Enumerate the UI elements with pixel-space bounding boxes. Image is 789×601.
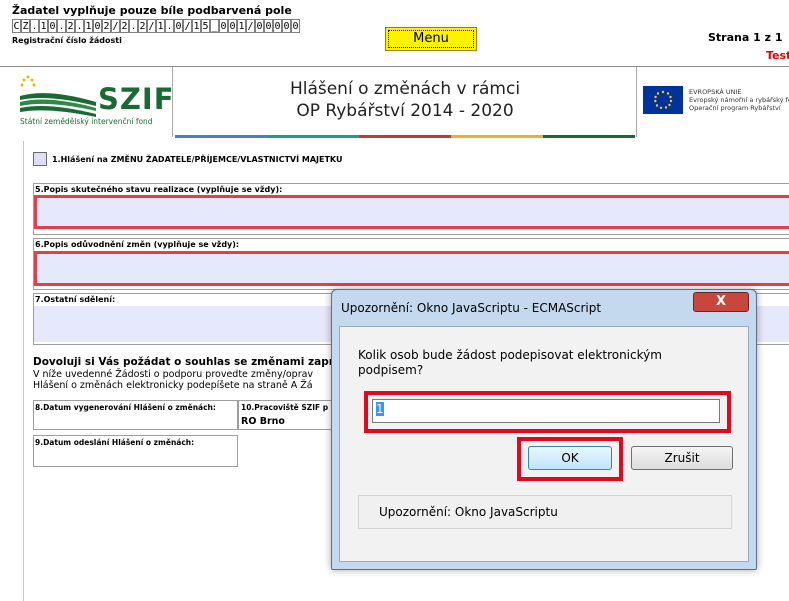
page-title-line1: Hlášení o změnách v rámci bbox=[289, 79, 521, 99]
registration-label: Registrační číslo žádosti bbox=[12, 36, 122, 45]
ok-button[interactable]: OK bbox=[528, 446, 612, 470]
color-stripe bbox=[175, 135, 635, 138]
dialog-prompt: Kolik osob bude žádost podepisovat elekt… bbox=[358, 348, 662, 377]
dialog-footer-label: Upozornění: Okno JavaScriptu bbox=[379, 505, 558, 519]
eu-text-line3: Operační program Rybářství bbox=[689, 104, 781, 112]
reg-char: 1 bbox=[192, 19, 201, 33]
reg-char: 0 bbox=[255, 19, 264, 33]
eu-text-line1: EVROPSKÁ UNIE bbox=[689, 88, 742, 96]
consent-line1: V níže uvedenné Žádosti o podporu proved… bbox=[33, 369, 314, 380]
field7-label: 7.Ostatní sdělení: bbox=[35, 295, 116, 304]
reg-char: 5 bbox=[201, 19, 210, 33]
close-button[interactable]: X bbox=[693, 292, 749, 312]
reg-char: 0 bbox=[93, 19, 102, 33]
reg-char: 0 bbox=[264, 19, 273, 33]
reg-char: 2 bbox=[66, 19, 75, 33]
reg-char: . bbox=[129, 19, 138, 33]
cancel-button[interactable]: Zrušit bbox=[631, 446, 733, 470]
reg-char: 0 bbox=[174, 19, 183, 33]
field5-input[interactable] bbox=[34, 195, 789, 229]
reg-char: / bbox=[246, 19, 255, 33]
szif-fields-icon bbox=[20, 75, 96, 117]
menu-button[interactable]: Menu bbox=[385, 27, 477, 51]
header-divider bbox=[636, 67, 637, 137]
reg-char: 0 bbox=[219, 19, 228, 33]
eu-flag-icon bbox=[643, 86, 683, 114]
reg-char: 1 bbox=[237, 19, 246, 33]
reg-char: . bbox=[75, 19, 84, 33]
page-title-line2: OP Rybářství 2014 - 2020 bbox=[296, 101, 514, 121]
signers-count-input[interactable]: 1 bbox=[372, 399, 720, 423]
field6-label: 6.Popis odůvodnění změn (vyplňuje se vžd… bbox=[35, 240, 240, 249]
szif-subtitle: Státní zemědělský intervenční fond bbox=[20, 117, 153, 126]
reg-char: 1 bbox=[156, 19, 165, 33]
dialog-title: Upozornění: Okno JavaScriptu - ECMAScrip… bbox=[341, 301, 602, 315]
eu-text-line2: Evropský námořní a rybářský fond bbox=[689, 96, 789, 104]
field6-input[interactable] bbox=[34, 251, 789, 286]
reg-char: 0 bbox=[282, 19, 291, 33]
field9-label: 9.Datum odeslání Hlášení o změnách: bbox=[35, 438, 195, 447]
reg-char: 0 bbox=[48, 19, 57, 33]
reg-char: / bbox=[147, 19, 156, 33]
reg-char: 0 bbox=[291, 19, 300, 33]
page-title: Hlášení o změnách v rámci OP Rybářství 2… bbox=[175, 78, 635, 122]
reg-char: . bbox=[165, 19, 174, 33]
reg-char: _ bbox=[210, 19, 219, 33]
field10-value: RO Brno bbox=[241, 416, 285, 427]
reg-char: / bbox=[111, 19, 120, 33]
color-stripe-segment bbox=[543, 135, 635, 138]
reg-char: 0 bbox=[228, 19, 237, 33]
close-icon: X bbox=[715, 294, 727, 309]
field5-label: 5.Popis skutečného stavu realizace (vypl… bbox=[35, 185, 283, 194]
eu-text: EVROPSKÁ UNIE Evropský námořní a rybářsk… bbox=[689, 88, 789, 112]
reg-char: . bbox=[30, 19, 39, 33]
consent-title: Dovoluji si Vás požádat o souhlas se změ… bbox=[33, 356, 341, 368]
change-checkbox-label: 1.Hlášení na ZMĚNU ŽADATELE/PŘÍJEMCE/VLA… bbox=[52, 155, 343, 164]
header-divider bbox=[172, 67, 173, 137]
input-value: 1 bbox=[376, 402, 384, 416]
field10-label: 10.Pracoviště SZIF p bbox=[241, 403, 329, 412]
color-stripe-segment bbox=[267, 135, 359, 138]
page-indicator: Strana 1 z 1 bbox=[708, 31, 783, 44]
reg-char: . bbox=[57, 19, 66, 33]
registration-number: C Z. 1 0. 2. 1 0 2/2. 2/1. 0/1 5 _ 0 0 1/0 0 0 0 0 bbox=[12, 19, 300, 33]
reg-char: 1 bbox=[39, 19, 48, 33]
reg-char: Z bbox=[21, 19, 30, 33]
test-label: Test bbox=[766, 49, 789, 62]
consent-text: V níže uvedenné Žádosti o podporu proved… bbox=[33, 369, 313, 391]
szif-wordmark: SZIF bbox=[98, 82, 175, 116]
change-checkbox[interactable] bbox=[33, 152, 47, 166]
reg-char: 2 bbox=[120, 19, 129, 33]
color-stripe-segment bbox=[451, 135, 543, 138]
color-stripe-segment bbox=[359, 135, 451, 138]
reg-char: C bbox=[12, 19, 21, 33]
reg-char: 0 bbox=[273, 19, 282, 33]
reg-char: 2 bbox=[102, 19, 111, 33]
consent-line2: Hlášení o změnách elektronicky podepíšet… bbox=[33, 380, 313, 391]
field8-label: 8.Datum vygenerování Hlášení o změnách: bbox=[35, 403, 216, 412]
reg-char: 1 bbox=[84, 19, 93, 33]
color-stripe-segment bbox=[175, 135, 267, 138]
instruction-text: Žadatel vyplňuje pouze bíle podbarvená p… bbox=[12, 4, 292, 17]
reg-char: / bbox=[183, 19, 192, 33]
reg-char: 2 bbox=[138, 19, 147, 33]
